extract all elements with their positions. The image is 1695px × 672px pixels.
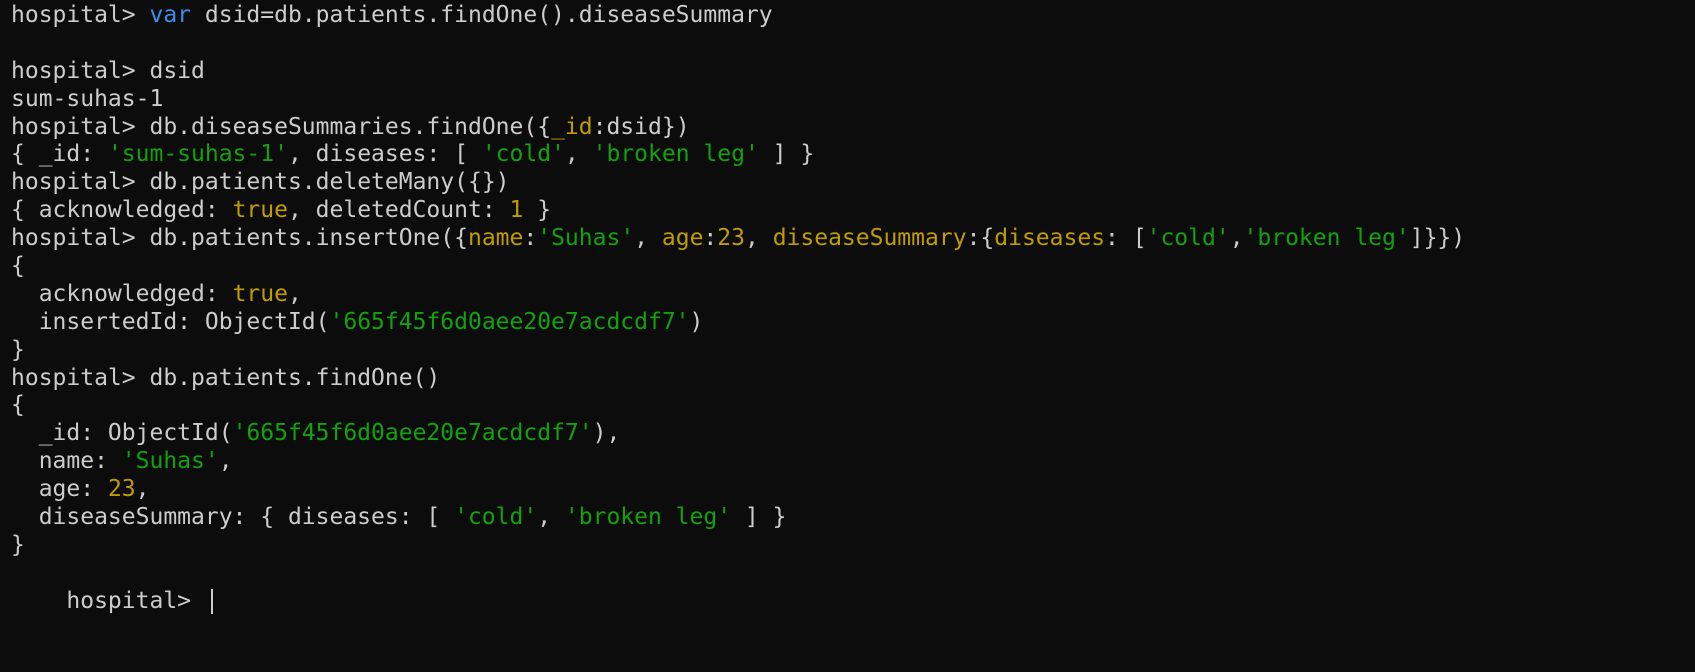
output-token: :{ <box>966 225 995 252</box>
output-token: dsid <box>149 57 205 84</box>
output-token: } <box>523 197 552 224</box>
output-token: '665f45f6d0aee20e7acdcdf7' <box>329 308 690 335</box>
output-token: , <box>218 448 233 475</box>
output-token: : [ <box>1105 225 1147 252</box>
shell-prompt: hospital> <box>11 2 150 28</box>
terminal-line: sum-suhas-1 <box>11 86 1695 114</box>
output-token: { <box>11 392 25 419</box>
terminal-line: hospital> db.patients.deleteMany({}) <box>11 169 1695 197</box>
terminal-line: hospital> db.patients.insertOne({name:'S… <box>11 225 1695 253</box>
output-token: , diseases: [ <box>287 141 482 168</box>
terminal-line: } <box>11 337 1695 365</box>
shell-prompt: hospital> <box>11 57 150 84</box>
output-token: , <box>537 504 565 531</box>
terminal-line: hospital> dsid <box>11 58 1695 86</box>
output-token: diseaseSummary: { diseases: [ <box>11 504 455 531</box>
terminal-line: _id: ObjectId('665f45f6d0aee20e7acdcdf7'… <box>11 420 1695 448</box>
output-token: : <box>523 225 538 252</box>
output-token: 23 <box>107 476 136 503</box>
terminal-window[interactable]: hospital> var dsid=db.patients.findOne()… <box>0 0 1695 672</box>
output-token: } <box>11 531 25 558</box>
output-token: ), <box>592 420 621 447</box>
shell-prompt: hospital> <box>11 364 150 391</box>
output-token: acknowledged: <box>11 280 233 307</box>
terminal-line: hospital> db.diseaseSummaries.findOne({_… <box>11 114 1695 142</box>
output-token: ] } <box>731 504 787 531</box>
terminal-line: { _id: 'sum-suhas-1', diseases: [ 'cold'… <box>11 141 1695 169</box>
output-token: db.patients.insertOne({ <box>149 225 468 252</box>
text-cursor <box>210 588 213 614</box>
terminal-line: name: 'Suhas', <box>11 448 1695 476</box>
output-token: } <box>11 336 25 363</box>
current-prompt: hospital> <box>66 587 205 614</box>
output-token: name <box>467 225 524 252</box>
output-token: , deletedCount: <box>287 197 510 224</box>
terminal-line: age: 23, <box>11 476 1695 504</box>
output-token: diseaseSummary <box>772 225 967 252</box>
terminal-line: insertedId: ObjectId('665f45f6d0aee20e7a… <box>11 309 1695 337</box>
output-token: , <box>1229 225 1244 252</box>
output-token: 'broken leg' <box>592 141 759 168</box>
output-token: 'broken leg' <box>564 504 732 531</box>
output-token: ]}}) <box>1409 225 1466 252</box>
output-token: age: <box>11 476 108 503</box>
terminal-line: { <box>11 392 1695 420</box>
terminal-line: diseaseSummary: { diseases: [ 'cold', 'b… <box>11 504 1695 532</box>
output-token: _id: ObjectId( <box>11 420 233 447</box>
output-token: 'cold' <box>481 141 565 168</box>
output-token: sum-suhas-1 <box>11 85 164 112</box>
output-token: db.patients.deleteMany({}) <box>149 169 510 196</box>
output-token: diseases <box>994 225 1106 252</box>
terminal-line: { acknowledged: true, deletedCount: 1 } <box>11 197 1695 225</box>
output-token: 1 <box>509 197 524 224</box>
output-token: db.diseaseSummaries.findOne({ <box>149 113 552 140</box>
output-token: 'cold' <box>454 504 538 531</box>
output-token: 'cold' <box>1146 225 1230 252</box>
output-token: :dsid}) <box>592 113 690 140</box>
output-token: , <box>634 225 662 252</box>
output-token: { <box>11 253 25 280</box>
output-token: ) <box>689 308 704 335</box>
terminal-line: hospital> db.patients.findOne() <box>11 365 1695 393</box>
shell-prompt: hospital> <box>11 113 150 140</box>
output-token: true <box>232 197 288 224</box>
output-token: { _id: <box>11 141 108 168</box>
output-token: db.patients.findOne() <box>149 364 441 391</box>
output-token: dsid=db.patients.findOne().diseaseSummar… <box>191 2 773 28</box>
output-token: ] } <box>758 141 815 168</box>
shell-prompt: hospital> <box>11 169 150 196</box>
output-token: _id <box>551 113 593 140</box>
terminal-input-line[interactable]: hospital> <box>11 560 1695 614</box>
terminal-line: } <box>11 532 1695 560</box>
output-token: 'broken leg' <box>1243 225 1410 252</box>
output-token: 'sum-suhas-1' <box>107 141 288 168</box>
output-token: 'Suhas' <box>537 225 635 252</box>
terminal-output: hospital> var dsid=db.patients.findOne()… <box>11 2 1695 560</box>
output-token: , <box>564 141 593 168</box>
shell-prompt: hospital> <box>11 225 150 252</box>
terminal-line: { <box>11 253 1695 281</box>
terminal-line: acknowledged: true, <box>11 281 1695 309</box>
output-token: , <box>744 225 773 252</box>
output-token: var <box>149 2 192 28</box>
output-token: { acknowledged: <box>11 197 233 224</box>
output-token: name: <box>11 448 122 475</box>
output-token: insertedId: ObjectId( <box>11 308 330 335</box>
output-token: age <box>661 225 704 252</box>
output-token: 23 <box>717 225 745 252</box>
output-token: true <box>232 280 288 307</box>
output-token: , <box>135 476 150 503</box>
output-token: '665f45f6d0aee20e7acdcdf7' <box>232 420 593 447</box>
output-token: : <box>703 225 718 252</box>
output-token: , <box>287 280 302 307</box>
output-token: 'Suhas' <box>121 448 219 475</box>
terminal-line: hospital> var dsid=db.patients.findOne()… <box>11 2 1695 30</box>
